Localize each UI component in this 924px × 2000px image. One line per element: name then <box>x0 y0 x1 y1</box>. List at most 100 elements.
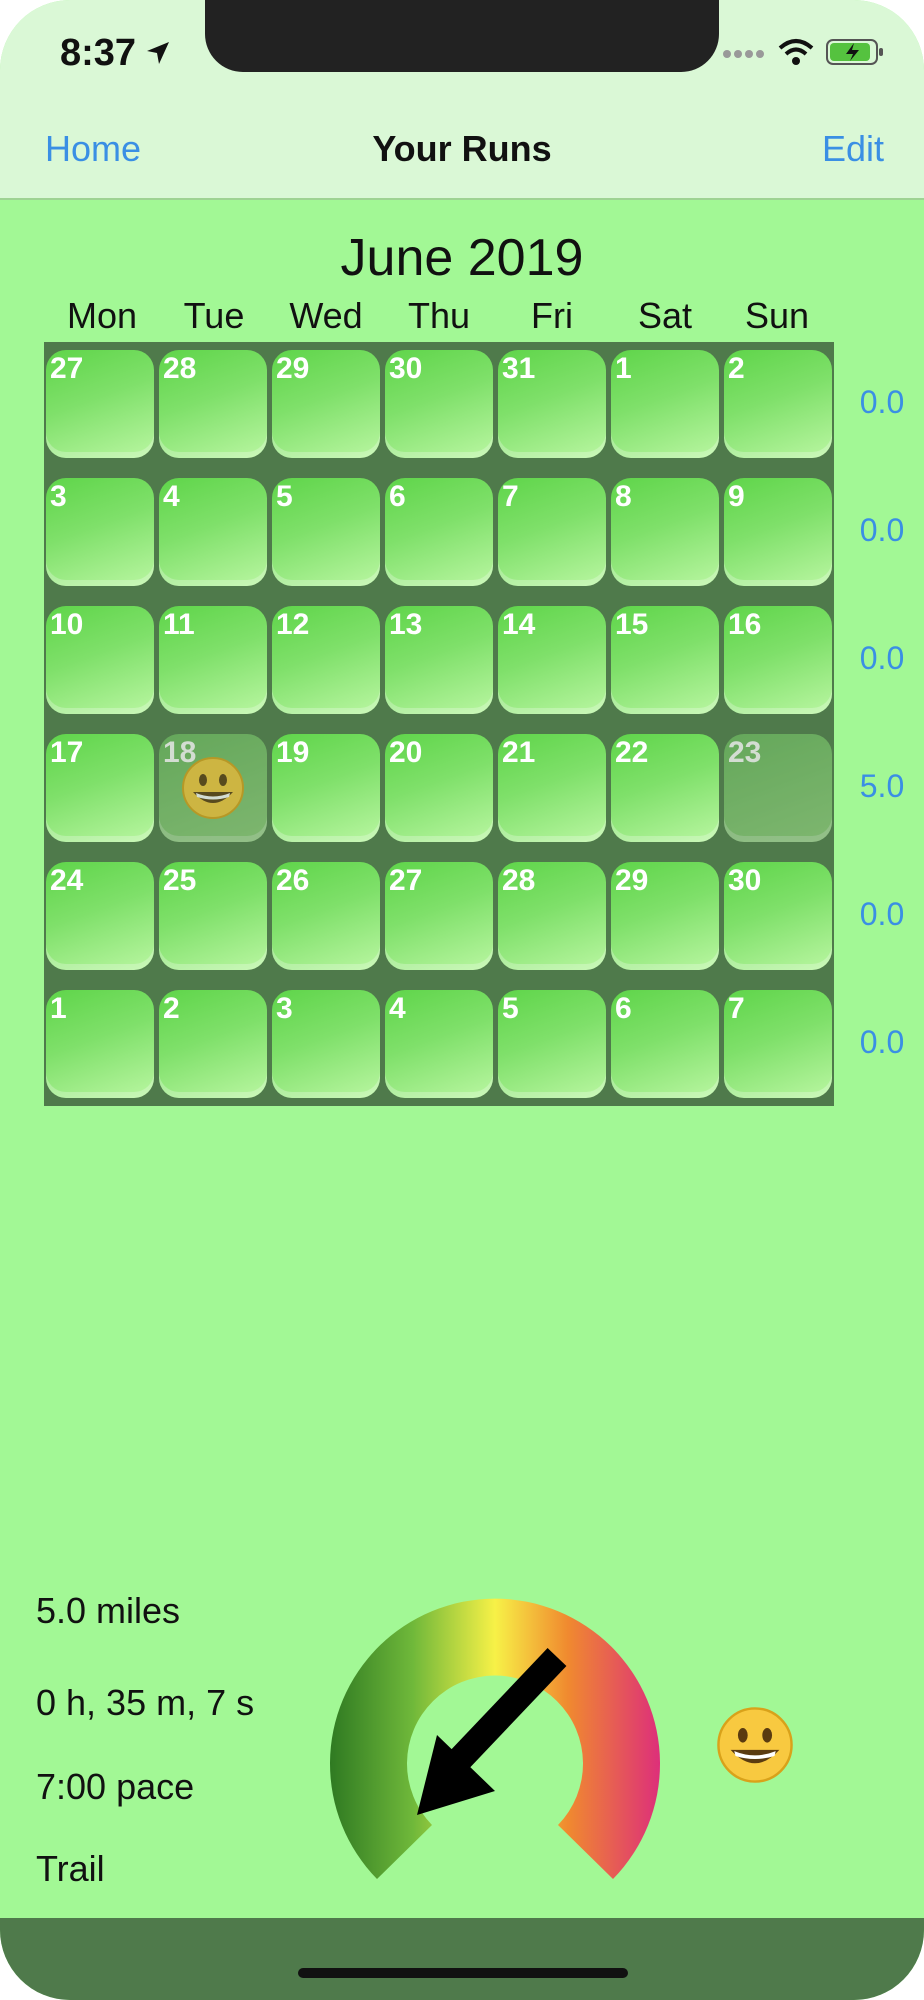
calendar-day[interactable]: 10 <box>46 606 154 714</box>
day-number: 11 <box>163 608 195 641</box>
page-title: Your Runs <box>372 128 552 169</box>
calendar-day[interactable]: 2 <box>724 350 832 458</box>
calendar-day[interactable]: 11 <box>159 606 267 714</box>
home-indicator[interactable] <box>298 1968 628 1978</box>
calendar-day[interactable]: 16 <box>724 606 832 714</box>
location-arrow-icon <box>147 42 169 64</box>
day-number: 19 <box>276 736 310 769</box>
calendar-day[interactable]: 17 <box>46 734 154 842</box>
run-pace: 7:00 pace <box>36 1766 195 1807</box>
day-number: 4 <box>389 992 406 1025</box>
day-number: 16 <box>728 608 762 641</box>
calendar-day[interactable]: 29 <box>272 350 380 458</box>
calendar-day[interactable]: 27 <box>385 862 493 970</box>
weekly-total: 0.0 <box>859 1024 905 1060</box>
battery-charging-icon <box>826 39 883 65</box>
calendar-day[interactable]: 18 <box>159 734 267 842</box>
status-bar: 8:37 <box>0 0 924 100</box>
calendar-day[interactable]: 20 <box>385 734 493 842</box>
weekday-header: Mon Tue Wed Thu Fri Sat Sun <box>44 295 834 341</box>
app-screen: 8:37 Home Your Runs Edit June 2019 Mon T… <box>0 0 924 2000</box>
day-number: 7 <box>502 480 519 513</box>
calendar-day[interactable]: 6 <box>611 990 719 1098</box>
weekday-label: Mon <box>66 295 138 336</box>
calendar-day[interactable]: 4 <box>385 990 493 1098</box>
day-number: 25 <box>163 864 197 897</box>
calendar-day[interactable]: 15 <box>611 606 719 714</box>
day-number: 24 <box>50 864 84 897</box>
effort-gauge <box>330 1598 660 1879</box>
calendar-day[interactable]: 28 <box>159 350 267 458</box>
calendar-day[interactable]: 9 <box>724 478 832 586</box>
day-number: 13 <box>389 608 423 641</box>
weekday-label: Sat <box>637 295 693 336</box>
day-number: 10 <box>50 608 84 641</box>
calendar-day[interactable]: 6 <box>385 478 493 586</box>
day-number: 27 <box>50 352 84 385</box>
calendar-day[interactable]: 13 <box>385 606 493 714</box>
day-number: 6 <box>615 992 632 1025</box>
day-number: 27 <box>389 864 423 897</box>
calendar-day[interactable]: 5 <box>498 990 606 1098</box>
status-icons <box>722 38 884 66</box>
weekday-label: Thu <box>407 295 471 336</box>
day-number: 1 <box>615 352 632 385</box>
calendar-day[interactable]: 25 <box>159 862 267 970</box>
calendar-day[interactable]: 24 <box>46 862 154 970</box>
day-number: 29 <box>615 864 649 897</box>
day-number: 30 <box>728 864 762 897</box>
calendar-day[interactable]: 21 <box>498 734 606 842</box>
weekly-total: 0.0 <box>859 384 905 420</box>
calendar-day[interactable]: 28 <box>498 862 606 970</box>
day-number: 20 <box>389 736 423 769</box>
calendar-grid: 27 28 29 30 31 1 2 3 4 5 6 7 8 9 10 11 12 13 14 15 16 17 18 19 2… <box>44 342 834 1106</box>
calendar-day[interactable]: 7 <box>498 478 606 586</box>
calendar-day[interactable]: 23 <box>724 734 832 842</box>
calendar-day[interactable]: 19 <box>272 734 380 842</box>
calendar-day[interactable]: 1 <box>46 990 154 1098</box>
calendar-day[interactable]: 31 <box>498 350 606 458</box>
day-number: 1 <box>50 992 67 1025</box>
calendar-day[interactable]: 14 <box>498 606 606 714</box>
day-number: 23 <box>728 736 762 769</box>
calendar-day[interactable]: 3 <box>46 478 154 586</box>
day-number: 26 <box>276 864 310 897</box>
day-number: 15 <box>615 608 649 641</box>
signal-icon <box>723 50 764 58</box>
calendar-day[interactable]: 26 <box>272 862 380 970</box>
calendar-day[interactable]: 1 <box>611 350 719 458</box>
day-number: 21 <box>502 736 536 769</box>
calendar-day[interactable]: 3 <box>272 990 380 1098</box>
calendar-day[interactable]: 22 <box>611 734 719 842</box>
weekly-total: 0.0 <box>859 640 905 676</box>
run-surface: Trail <box>36 1848 105 1889</box>
day-number: 5 <box>276 480 293 513</box>
wifi-icon <box>778 39 814 65</box>
day-number: 22 <box>615 736 649 769</box>
day-number: 3 <box>276 992 293 1025</box>
notch <box>205 0 719 72</box>
day-number: 3 <box>50 480 67 513</box>
calendar-day[interactable]: 29 <box>611 862 719 970</box>
calendar-day[interactable]: 30 <box>385 350 493 458</box>
weekday-label: Tue <box>183 295 245 336</box>
grinning-face-icon <box>717 1707 793 1783</box>
edit-button[interactable]: Edit <box>822 128 884 170</box>
day-number: 30 <box>389 352 423 385</box>
day-number: 12 <box>276 608 310 641</box>
calendar-day[interactable]: 2 <box>159 990 267 1098</box>
weekday-label: Sun <box>744 295 810 336</box>
calendar-day[interactable]: 8 <box>611 478 719 586</box>
calendar-day[interactable]: 30 <box>724 862 832 970</box>
calendar-day[interactable]: 27 <box>46 350 154 458</box>
weekday-label: Fri <box>531 295 573 336</box>
calendar-day[interactable]: 5 <box>272 478 380 586</box>
weekly-total: 5.0 <box>859 768 905 804</box>
day-number: 17 <box>50 736 84 769</box>
status-time: 8:37 <box>60 32 137 74</box>
calendar-day[interactable]: 4 <box>159 478 267 586</box>
day-number: 5 <box>502 992 519 1025</box>
calendar-day[interactable]: 12 <box>272 606 380 714</box>
calendar-day[interactable]: 7 <box>724 990 832 1098</box>
navigation-bar: Home Your Runs Edit <box>0 100 924 200</box>
